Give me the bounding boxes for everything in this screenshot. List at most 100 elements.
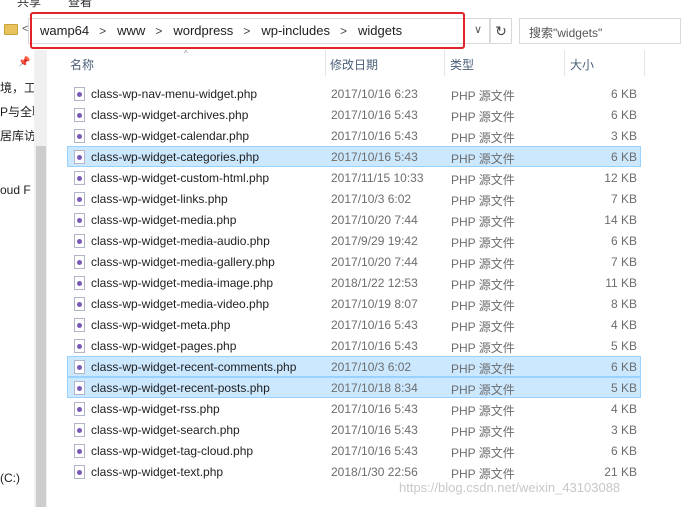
- file-modified: 2017/9/29 19:42: [331, 234, 418, 248]
- file-row[interactable]: class-wp-widget-search.php 2017/10/16 5:4…: [67, 419, 641, 440]
- nav-item[interactable]: 居库访问: [0, 127, 34, 144]
- file-size: 3 KB: [610, 129, 637, 143]
- file-type: PHP 源文件: [451, 194, 515, 208]
- file-modified: 2017/10/20 7:44: [331, 213, 418, 227]
- file-name: class-wp-widget-recent-comments.php: [91, 360, 297, 374]
- file-row[interactable]: class-wp-widget-archives.php 2017/10/16 5…: [67, 104, 641, 125]
- file-row[interactable]: class-wp-widget-pages.php 2017/10/16 5:43…: [67, 335, 641, 356]
- file-name: class-wp-widget-search.php: [91, 423, 240, 437]
- file-type: PHP 源文件: [451, 173, 515, 187]
- file-row[interactable]: class-wp-widget-text.php 2018/1/30 22:56 P…: [67, 461, 641, 482]
- file-row[interactable]: class-wp-widget-calendar.php 2017/10/16 5…: [67, 125, 641, 146]
- file-row[interactable]: class-wp-widget-rss.php 2017/10/16 5:43 PH…: [67, 398, 641, 419]
- file-type: PHP 源文件: [451, 236, 515, 250]
- file-name: class-wp-widget-text.php: [91, 465, 224, 479]
- file-type: PHP 源文件: [451, 131, 515, 145]
- column-divider[interactable]: [444, 50, 445, 76]
- column-header-name[interactable]: 名称: [70, 56, 94, 73]
- pin-icon[interactable]: 📌: [18, 57, 30, 68]
- file-row[interactable]: class-wp-widget-links.php 2017/10/3 6:02 P…: [67, 188, 641, 209]
- file-name: class-wp-widget-media-audio.php: [91, 234, 270, 248]
- file-name: class-wp-widget-media-video.php: [91, 297, 270, 311]
- file-type: PHP 源文件: [451, 383, 515, 397]
- sort-ascending-icon: ^: [184, 49, 188, 58]
- file-modified: 2017/10/16 5:43: [331, 423, 418, 437]
- file-name: class-wp-widget-pages.php: [91, 339, 237, 353]
- file-type: PHP 源文件: [451, 362, 515, 376]
- file-size: 6 KB: [610, 87, 637, 101]
- file-modified: 2017/10/16 5:43: [331, 129, 418, 143]
- php-file-icon: [74, 171, 85, 185]
- file-type: PHP 源文件: [451, 404, 515, 418]
- file-size: 6 KB: [610, 150, 637, 164]
- column-header-modified[interactable]: 修改日期: [330, 56, 378, 73]
- watermark: https://blog.csdn.net/weixin_43103088: [399, 480, 621, 495]
- file-size: 4 KB: [610, 402, 637, 416]
- nav-item[interactable]: P与全职: [0, 103, 34, 120]
- file-size: 21 KB: [604, 465, 637, 479]
- file-modified: 2017/11/15 10:33: [331, 171, 424, 185]
- file-modified: 2017/10/16 5:43: [331, 444, 418, 458]
- file-row[interactable]: class-wp-widget-custom-html.php 2017/11/1…: [67, 167, 641, 188]
- php-file-icon: [74, 381, 85, 395]
- file-modified: 2017/10/20 7:44: [331, 255, 418, 269]
- php-file-icon: [74, 423, 85, 437]
- file-row[interactable]: class-wp-widget-media-gallery.php 2017/10…: [67, 251, 641, 272]
- file-row[interactable]: class-wp-widget-media-image.php 2018/1/22…: [67, 272, 641, 293]
- nav-item[interactable]: 境，工具: [0, 79, 34, 96]
- file-name: class-wp-widget-categories.php: [91, 150, 260, 164]
- chevron-down-icon[interactable]: ∨: [474, 23, 482, 36]
- file-name: class-wp-widget-tag-cloud.php: [91, 444, 254, 458]
- nav-item[interactable]: oud F: [0, 183, 34, 197]
- address-row: < wamp64 > www > wordpress > wp-includes…: [0, 12, 681, 50]
- file-row[interactable]: class-wp-widget-meta.php 2017/10/16 5:43 P…: [67, 314, 641, 335]
- file-size: 12 KB: [604, 171, 637, 185]
- file-type: PHP 源文件: [451, 425, 515, 439]
- php-file-icon: [74, 234, 85, 248]
- php-file-icon: [74, 129, 85, 143]
- file-size: 3 KB: [610, 423, 637, 437]
- column-divider[interactable]: [564, 50, 565, 76]
- file-row[interactable]: class-wp-nav-menu-widget.php 2017/10/16 6…: [67, 83, 641, 104]
- column-header-type[interactable]: 类型: [450, 56, 474, 73]
- ribbon-tab-view[interactable]: 查看: [68, 0, 92, 8]
- file-name: class-wp-widget-media.php: [91, 213, 237, 227]
- column-header-size[interactable]: 大小: [570, 56, 594, 73]
- nav-scrollbar-thumb[interactable]: [36, 146, 46, 507]
- php-file-icon: [74, 87, 85, 101]
- file-name: class-wp-widget-media-gallery.php: [91, 255, 275, 269]
- file-name: class-wp-nav-menu-widget.php: [91, 87, 258, 101]
- file-row[interactable]: class-wp-widget-media-audio.php 2017/9/29…: [67, 230, 641, 251]
- file-row[interactable]: class-wp-widget-recent-posts.php 2017/10/…: [67, 377, 641, 398]
- file-name: class-wp-widget-links.php: [91, 192, 228, 206]
- php-file-icon: [74, 465, 85, 479]
- php-file-icon: [74, 255, 85, 269]
- file-row[interactable]: class-wp-widget-recent-comments.php 2017/…: [67, 356, 641, 377]
- nav-item-drive-c[interactable]: (C:): [0, 471, 34, 485]
- refresh-button[interactable]: ↻: [490, 18, 512, 44]
- column-divider[interactable]: [644, 50, 645, 76]
- search-input[interactable]: 搜索"widgets": [519, 18, 681, 44]
- php-file-icon: [74, 360, 85, 374]
- php-file-icon: [74, 108, 85, 122]
- php-file-icon: [74, 192, 85, 206]
- folder-icon: [4, 24, 18, 35]
- file-modified: 2017/10/16 5:43: [331, 150, 418, 164]
- file-row[interactable]: class-wp-widget-media.php 2017/10/20 7:44…: [67, 209, 641, 230]
- file-name: class-wp-widget-rss.php: [91, 402, 220, 416]
- php-file-icon: [74, 402, 85, 416]
- file-type: PHP 源文件: [451, 152, 515, 166]
- annotation-highlight-box: [30, 12, 465, 49]
- file-row[interactable]: class-wp-widget-categories.php 2017/10/16…: [67, 146, 641, 167]
- file-size: 5 KB: [610, 339, 637, 353]
- file-modified: 2017/10/19 8:07: [331, 297, 418, 311]
- file-modified: 2018/1/22 12:53: [331, 276, 418, 290]
- file-row[interactable]: class-wp-widget-tag-cloud.php 2017/10/16 …: [67, 440, 641, 461]
- column-divider[interactable]: [325, 50, 326, 76]
- file-row[interactable]: class-wp-widget-media-video.php 2017/10/1…: [67, 293, 641, 314]
- file-type: PHP 源文件: [451, 257, 515, 271]
- file-name: class-wp-widget-calendar.php: [91, 129, 250, 143]
- ribbon-tab-share[interactable]: 共享: [17, 0, 41, 8]
- file-type: PHP 源文件: [451, 215, 515, 229]
- navigation-pane: 📌 境，工具 P与全职 居库访问 oud F (C:): [0, 50, 47, 507]
